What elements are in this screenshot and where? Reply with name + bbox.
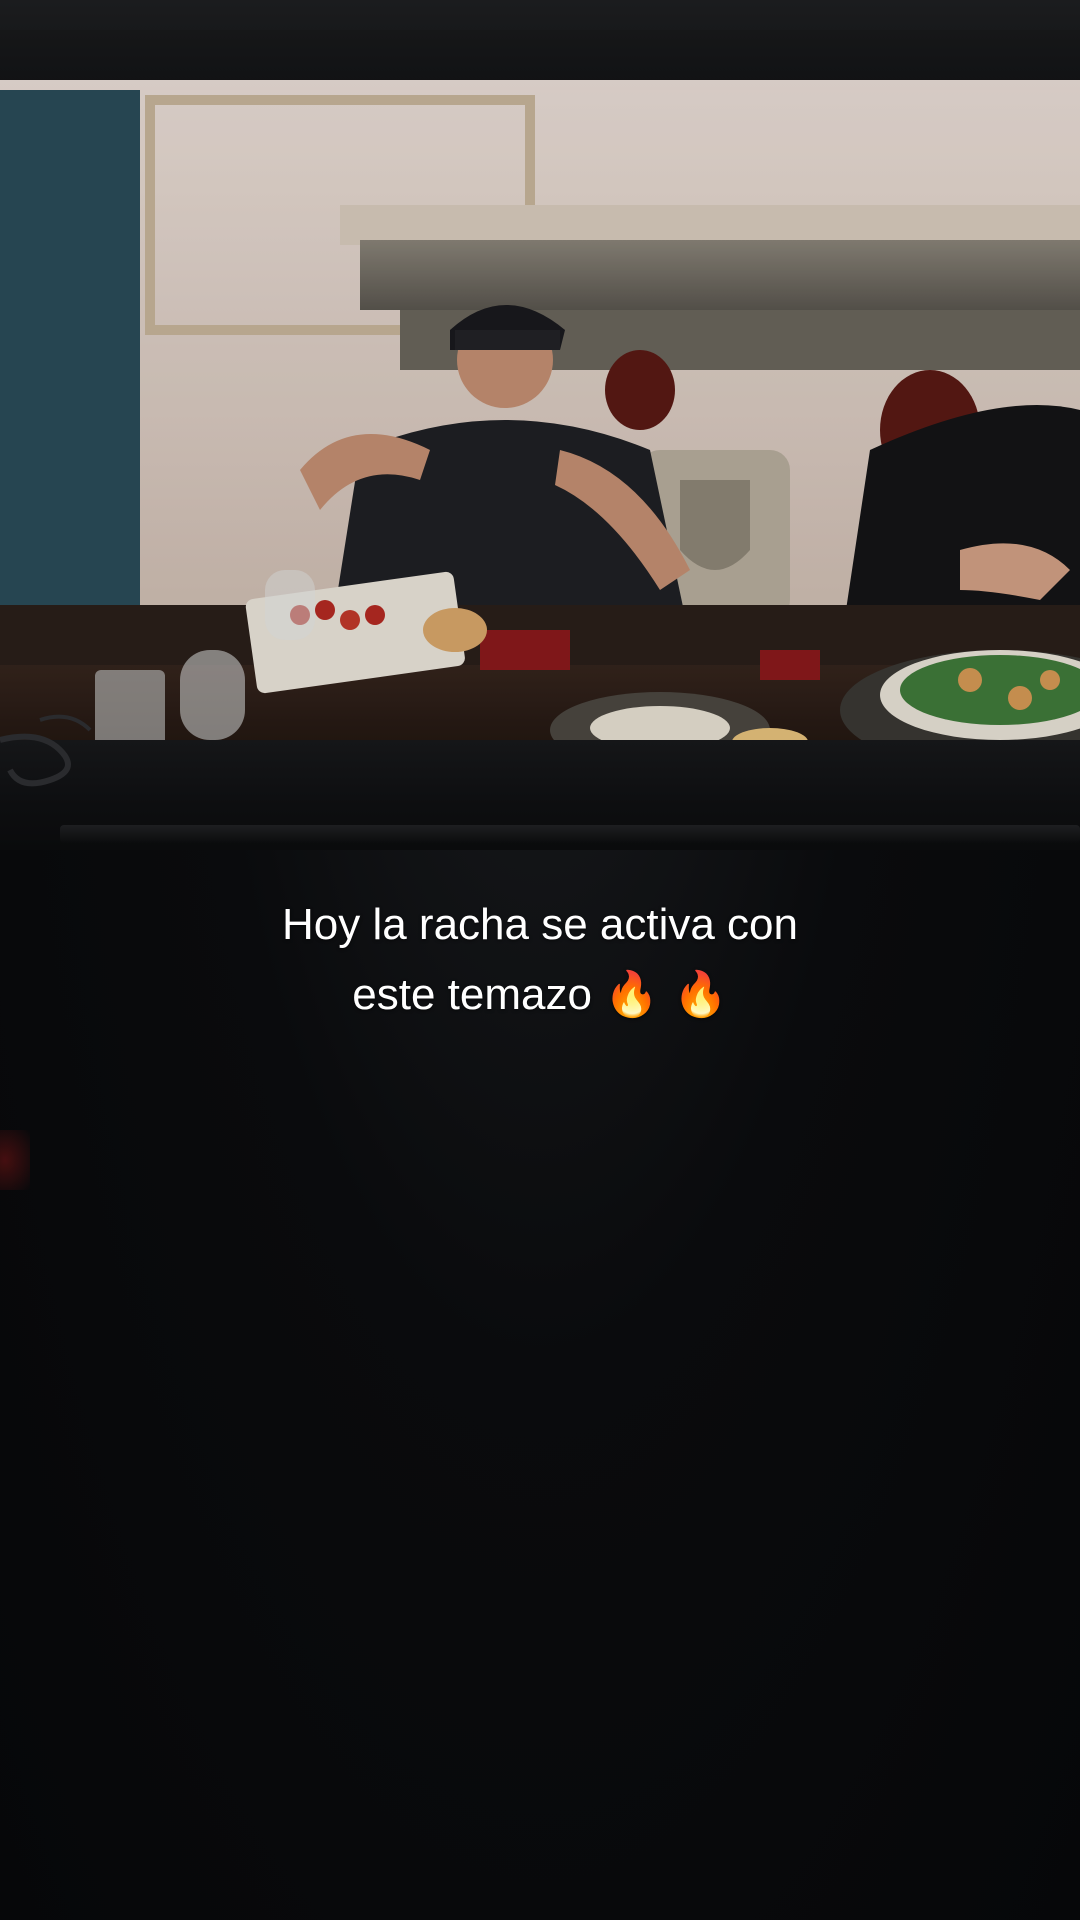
caption-line-2: este temazo 🔥 🔥 <box>140 960 940 1030</box>
video-frame: Hoy la racha se activa con este temazo 🔥… <box>0 0 1080 1920</box>
cable-icon <box>0 714 92 787</box>
red-light <box>0 1130 30 1190</box>
caption-line-2-text: este temazo <box>352 970 592 1019</box>
tv-screen-image <box>0 30 1080 760</box>
fire-icon: 🔥 🔥 <box>604 969 728 1020</box>
tv-stand-edge <box>60 825 1080 843</box>
video-caption: Hoy la racha se activa con este temazo 🔥… <box>140 890 940 1030</box>
caption-line-1: Hoy la racha se activa con <box>281 900 799 949</box>
